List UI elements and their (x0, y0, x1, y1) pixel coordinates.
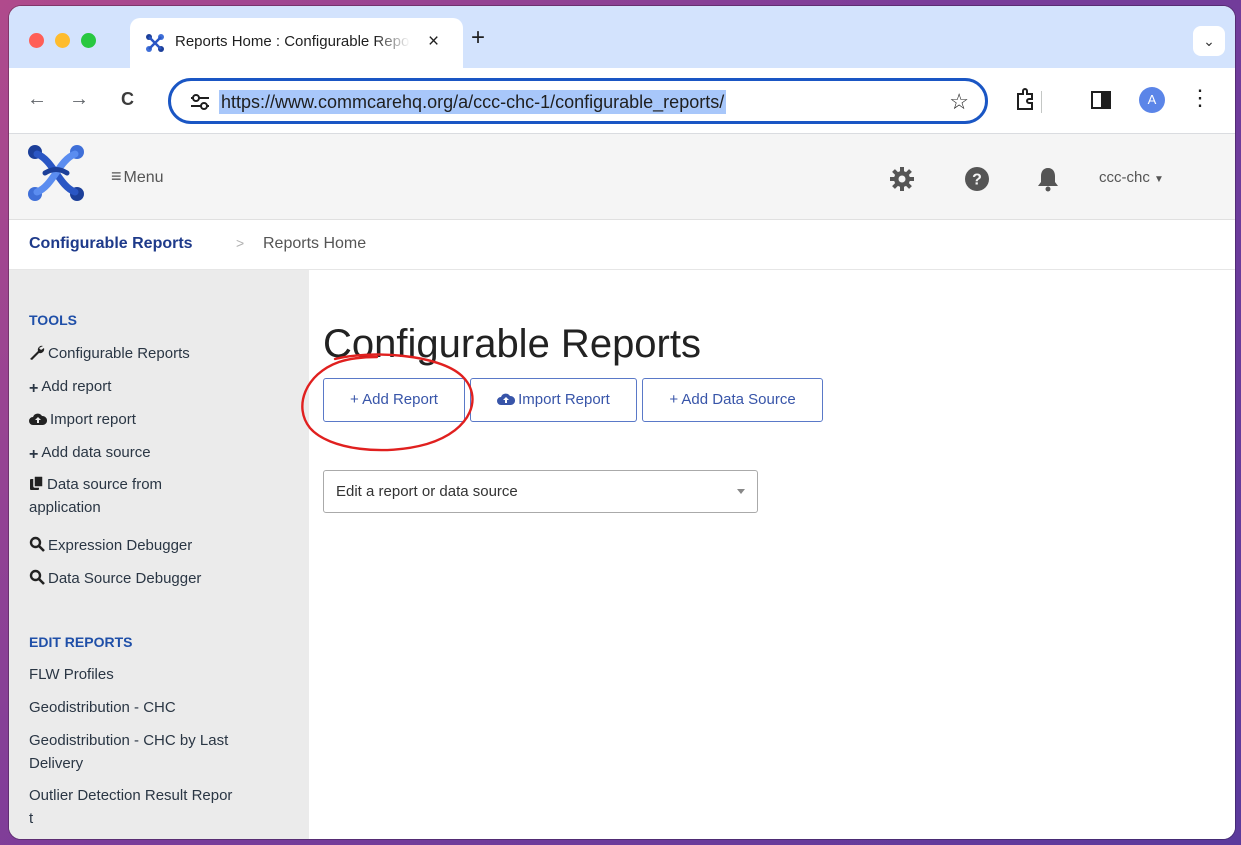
copy-icon (30, 475, 44, 490)
gear-icon[interactable] (889, 166, 915, 192)
sidebar-item-add-data-source[interactable]: + Add data source (29, 441, 151, 466)
sidebar-report-outlier-detection[interactable]: Outlier Detection Result Repor t (29, 784, 232, 830)
domain-dropdown[interactable]: ccc-chc ▼ (1099, 169, 1164, 186)
add-report-button[interactable]: + Add Report (323, 378, 465, 422)
tab-strip: Reports Home : Configurable Reports × + … (9, 6, 1235, 68)
sidebar-item-label: Add report (41, 378, 112, 395)
sidebar-item-label: Data Source Debugger (48, 570, 202, 587)
new-tab-button[interactable]: + (471, 26, 485, 50)
sidebar-item-label: Data source from (47, 476, 163, 493)
cloud-upload-icon (497, 393, 516, 405)
sidebar-item-label: Expression Debugger (48, 537, 193, 554)
sidebar-report-geodistribution-chc[interactable]: Geodistribution - CHC (29, 696, 176, 719)
forward-button[interactable]: → (69, 87, 89, 111)
cloud-upload-icon (29, 413, 48, 425)
browser-toolbar: ← → C https://www.commcarehq.org/a/ccc-c… (9, 68, 1235, 134)
sidebar-item-label-line2: application (29, 499, 101, 516)
sidebar-item-label: Geodistribution - CHC by Last (29, 732, 229, 749)
back-button[interactable]: ← (27, 87, 47, 111)
breadcrumb-separator: > (236, 235, 245, 251)
select-arrow-icon (737, 489, 745, 494)
browser-menu-icon[interactable]: ⋮ (1189, 85, 1211, 111)
menu-label: Menu (123, 169, 164, 186)
app-navbar: ≡ Menu ? ccc-chc ▼ (9, 134, 1235, 220)
plus-icon: + (29, 446, 39, 463)
site-info-icon (191, 94, 209, 110)
search-icon (29, 536, 45, 552)
browser-window: Reports Home : Configurable Reports × + … (9, 6, 1235, 839)
menu-button[interactable]: ≡ Menu (111, 166, 164, 187)
breadcrumb-link-configurable-reports[interactable]: Configurable Reports (29, 235, 193, 253)
sidebar-item-data-source-from-application[interactable]: Data source from application (29, 473, 162, 519)
profile-avatar[interactable]: A (1139, 87, 1165, 113)
sidebar-header-tools: TOOLS (29, 312, 77, 328)
sidebar-item-import-report[interactable]: Import report (29, 408, 136, 431)
search-icon (29, 569, 45, 585)
sidebar: TOOLS Configurable Reports + Add report I… (9, 270, 309, 839)
close-window-button[interactable] (29, 33, 44, 48)
main-content: Configurable Reports + Add Report Import… (309, 270, 1235, 839)
commcare-favicon-icon (146, 34, 164, 52)
sidebar-item-expression-debugger[interactable]: Expression Debugger (29, 534, 192, 557)
sidebar-item-label: Import report (50, 411, 136, 428)
select-value: Edit a report or data source (336, 483, 518, 500)
address-bar[interactable]: https://www.commcarehq.org/a/ccc-chc-1/c… (168, 78, 988, 124)
side-panel-icon[interactable] (1091, 91, 1111, 109)
help-icon[interactable]: ? (964, 166, 990, 192)
minimize-window-button[interactable] (55, 33, 70, 48)
page-title: Configurable Reports (323, 322, 701, 366)
domain-label: ccc-chc (1099, 169, 1150, 186)
commcare-logo-icon[interactable] (23, 140, 89, 206)
bookmark-star-icon[interactable]: ☆ (949, 89, 969, 115)
toolbar-separator (1041, 91, 1042, 113)
url-text[interactable]: https://www.commcarehq.org/a/ccc-chc-1/c… (219, 90, 727, 114)
edit-report-select[interactable]: Edit a report or data source (323, 470, 758, 513)
breadcrumb-current: Reports Home (263, 235, 367, 252)
reload-button[interactable]: C (121, 87, 134, 111)
sidebar-item-label: Outlier Detection Result Repor (29, 787, 233, 804)
sidebar-item-label-line2: t (29, 810, 34, 827)
plus-icon: + (29, 380, 39, 397)
add-data-source-button[interactable]: + Add Data Source (642, 378, 823, 422)
bell-icon[interactable] (1036, 166, 1060, 192)
caret-down-icon: ▼ (1154, 174, 1164, 185)
sidebar-report-flw-profiles[interactable]: FLW Profiles (29, 663, 114, 686)
import-report-label: Import Report (518, 391, 610, 408)
breadcrumb: Configurable Reports > Reports Home (9, 220, 1235, 270)
import-report-button[interactable]: Import Report (470, 378, 637, 422)
sidebar-item-add-report[interactable]: + Add report (29, 375, 111, 400)
extensions-icon[interactable] (1014, 88, 1036, 112)
tab-close-icon[interactable]: × (428, 31, 439, 53)
sidebar-item-label: Configurable Reports (48, 345, 190, 362)
sidebar-item-label: Add data source (41, 444, 151, 461)
sidebar-item-data-source-debugger[interactable]: Data Source Debugger (29, 567, 201, 590)
sidebar-item-configurable-reports[interactable]: Configurable Reports (29, 342, 190, 365)
sidebar-report-geodistribution-chc-last-delivery[interactable]: Geodistribution - CHC by Last Delivery (29, 729, 228, 775)
tab-title: Reports Home : Configurable Reports (175, 33, 410, 50)
hamburger-icon: ≡ (111, 166, 122, 186)
svg-text:?: ? (972, 172, 982, 189)
wrench-icon (30, 345, 45, 360)
maximize-window-button[interactable] (81, 33, 96, 48)
sidebar-item-label-line2: Delivery (29, 755, 84, 772)
sidebar-header-edit-reports: EDIT REPORTS (29, 634, 133, 650)
tab-search-button[interactable]: ⌄ (1193, 26, 1225, 56)
browser-tab[interactable]: Reports Home : Configurable Reports × (130, 18, 463, 68)
